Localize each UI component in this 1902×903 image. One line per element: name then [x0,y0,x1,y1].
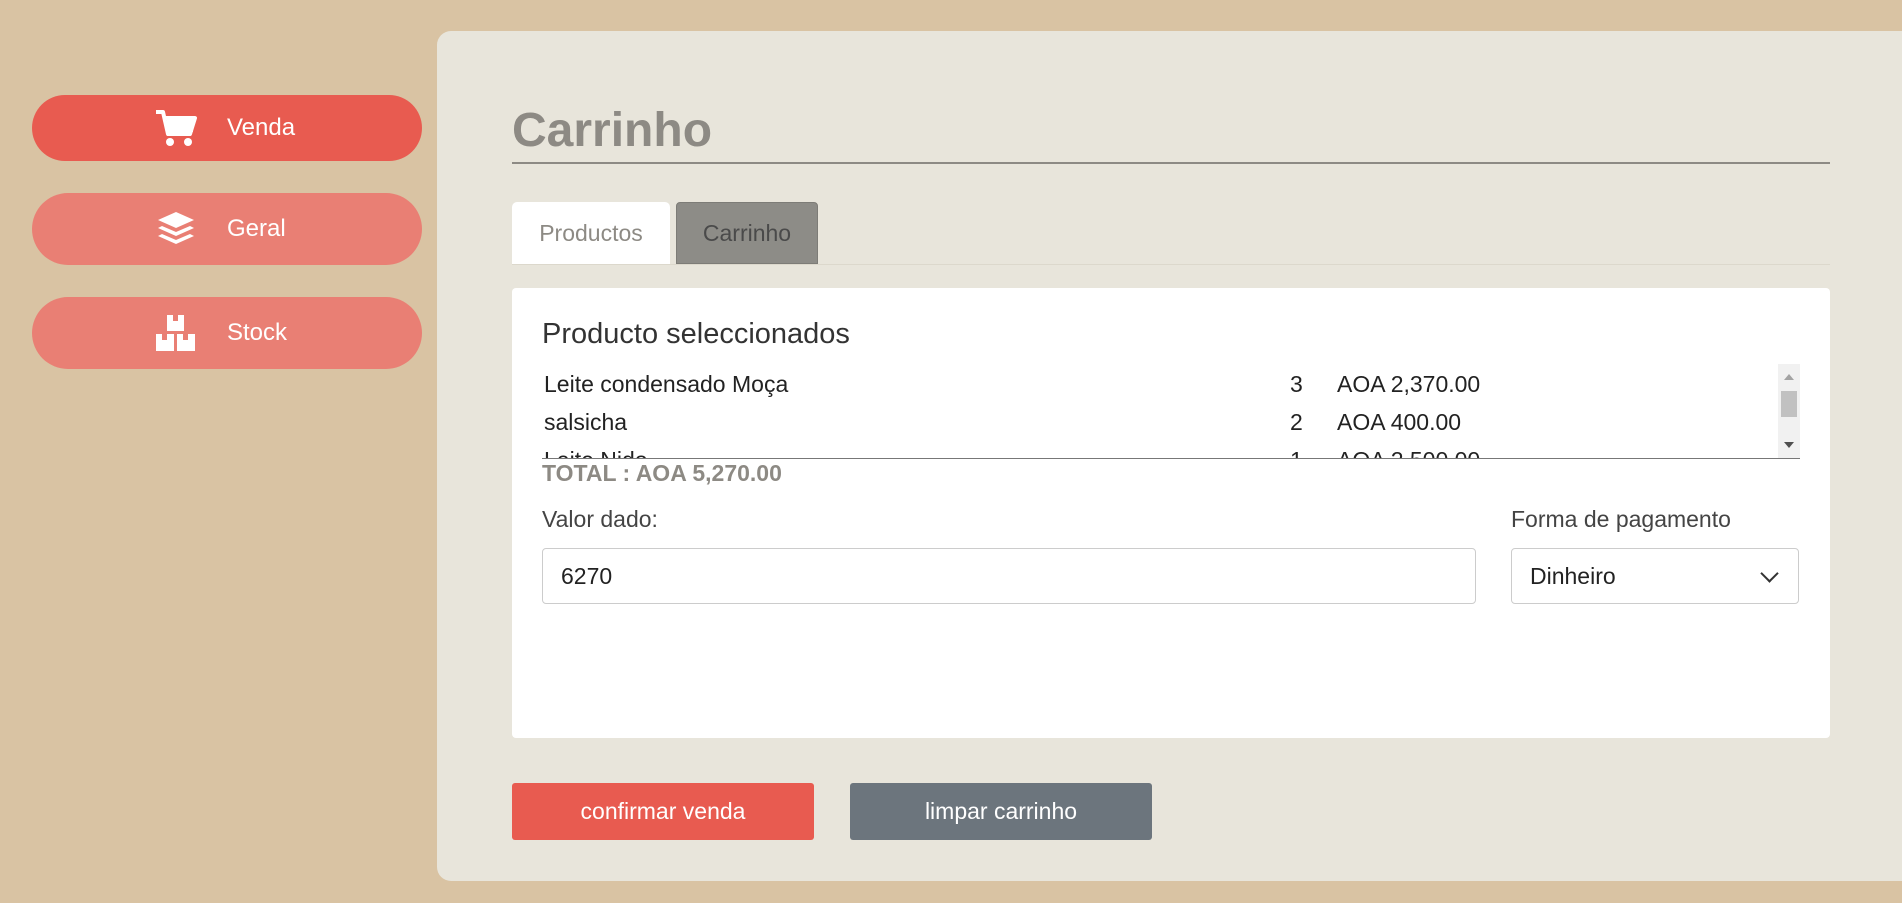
scroll-up-arrow-icon[interactable] [1784,374,1794,380]
boxes-icon [154,311,198,355]
list-item: salsicha 2 AOA 400.00 [544,409,1744,447]
item-name: Leite condensado Moça [544,371,789,397]
scroll-down-arrow-icon[interactable] [1784,442,1794,448]
page-title: Carrinho [512,104,713,157]
tab-productos[interactable]: Productos [512,202,670,264]
sidebar-item-label: Geral [227,215,286,242]
item-name: Leite Nido [544,447,648,458]
item-qty: 2 [1290,409,1303,435]
item-name: salsicha [544,409,628,435]
sidebar-item-label: Stock [227,319,288,346]
title-divider [512,162,1830,164]
item-qty: 3 [1290,371,1303,397]
valor-label: Valor dado: [542,506,658,532]
item-price: AOA 2,500.00 [1337,447,1480,458]
cart-total: TOTAL : AOA 5,270.00 [542,460,782,486]
pagamento-selected-value: Dinheiro [1530,562,1616,589]
layers-icon [154,207,198,251]
scroll-thumb[interactable] [1781,391,1797,417]
sidebar-item-venda[interactable]: Venda [32,95,422,161]
pagamento-select[interactable]: Dinheiro [1511,548,1799,604]
item-price: AOA 2,370.00 [1337,371,1481,397]
cart-title: Producto seleccionados [542,318,850,350]
list-scrollbar[interactable] [1778,364,1800,458]
sidebar-item-stock[interactable]: Stock [32,297,422,369]
list-item: Leite condensado Moça 3 AOA 2,370.00 [544,371,1744,409]
item-qty: 1 [1290,447,1303,458]
sidebar-item-geral[interactable]: Geral [32,193,422,265]
confirm-sale-button[interactable]: confirmar venda [512,783,814,840]
chevron-down-icon [1760,564,1779,583]
cart-icon [154,106,198,150]
valor-dado-input[interactable]: 6270 [542,548,1476,604]
clear-cart-button[interactable]: limpar carrinho [850,783,1152,840]
sidebar-item-label: Venda [227,114,296,141]
list-item: Leite Nido 1 AOA 2,500.00 [544,447,1744,458]
tab-carrinho[interactable]: Carrinho [676,202,818,264]
pagamento-label: Forma de pagamento [1511,506,1731,532]
cart-list[interactable]: Leite condensado Moça 3 AOA 2,370.00 sal… [542,364,1800,459]
tab-divider [512,264,1830,265]
item-price: AOA 400.00 [1337,409,1462,435]
